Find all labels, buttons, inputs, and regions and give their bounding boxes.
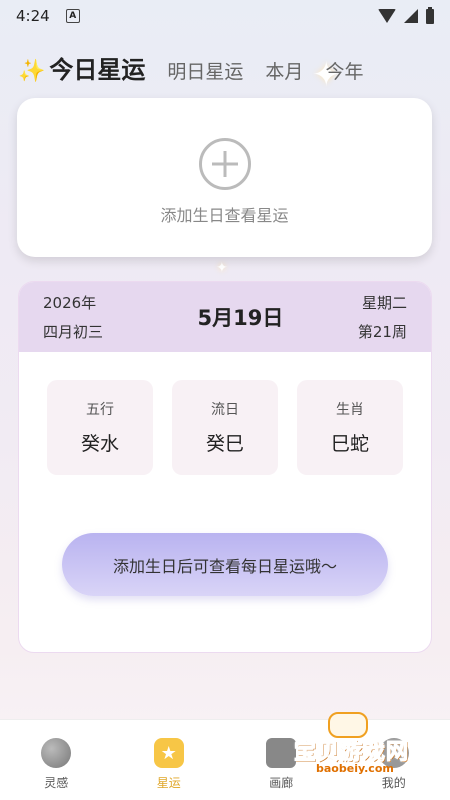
watermark-url: baobeiy.com <box>316 762 394 775</box>
nav-label: 星运 <box>156 776 181 790</box>
signal-icon <box>404 9 418 23</box>
nav-label: 灵感 <box>44 776 69 790</box>
add-birthday-text: 添加生日查看星运 <box>160 206 289 225</box>
plus-circle-icon[interactable] <box>198 138 251 190</box>
status-bar: 4:24 A <box>0 0 450 32</box>
date-label: 5月19日 <box>197 306 284 330</box>
fortune-tabs: ✨ 今日星运 明日星运 本月 今年 <box>18 50 385 85</box>
tab-tomorrow[interactable]: 明日星运 <box>167 57 243 84</box>
info-box-label: 生肖 <box>336 402 364 418</box>
info-box-day: 流日 癸巳 <box>172 380 278 475</box>
sparkle-decoration: ✦ <box>216 260 228 276</box>
info-box-zodiac: 生肖 巳蛇 <box>297 380 403 475</box>
battery-icon <box>426 6 434 24</box>
nav-item-fortune[interactable]: ★ 星运 <box>113 720 226 800</box>
date-header: 2026年 四月初三 5月19日 星期二 第21周 <box>19 282 431 352</box>
weekday-label: 星期二 <box>361 294 407 312</box>
info-box-value: 癸巳 <box>205 433 244 455</box>
add-birthday-card[interactable]: 添加生日查看星运 <box>17 98 432 257</box>
lunar-date-label: 四月初三 <box>43 323 104 341</box>
tab-month[interactable]: 本月 <box>265 57 303 84</box>
info-box-value: 巳蛇 <box>330 433 369 455</box>
nav-item-inspiration[interactable]: 灵感 <box>0 720 113 800</box>
planet-icon <box>41 738 72 768</box>
star-icon: ★ <box>153 738 184 768</box>
year-label: 2026年 <box>43 294 97 312</box>
status-time: 4:24 <box>16 7 50 25</box>
sparkle-icon: ✨ <box>18 59 46 84</box>
wifi-icon <box>378 9 396 23</box>
week-number-label: 第21周 <box>357 323 407 341</box>
info-box-label: 流日 <box>211 402 239 418</box>
info-box-label: 五行 <box>86 402 114 418</box>
watermark: 宝贝游戏网 baobeiy.com <box>290 708 430 780</box>
info-box-value: 癸水 <box>80 433 119 455</box>
tab-year[interactable]: 今年 <box>325 57 363 84</box>
notification-icon: A <box>65 9 80 23</box>
date-card: 2026年 四月初三 5月19日 星期二 第21周 五行 癸水 流日 癸巳 生肖… <box>18 281 432 653</box>
info-boxes: 五行 癸水 流日 癸巳 生肖 巳蛇 <box>19 380 431 475</box>
tab-today[interactable]: 今日星运 <box>49 50 145 85</box>
add-birthday-button[interactable]: 添加生日后可查看每日星运哦～ <box>62 533 388 596</box>
info-box-element: 五行 癸水 <box>47 380 153 475</box>
